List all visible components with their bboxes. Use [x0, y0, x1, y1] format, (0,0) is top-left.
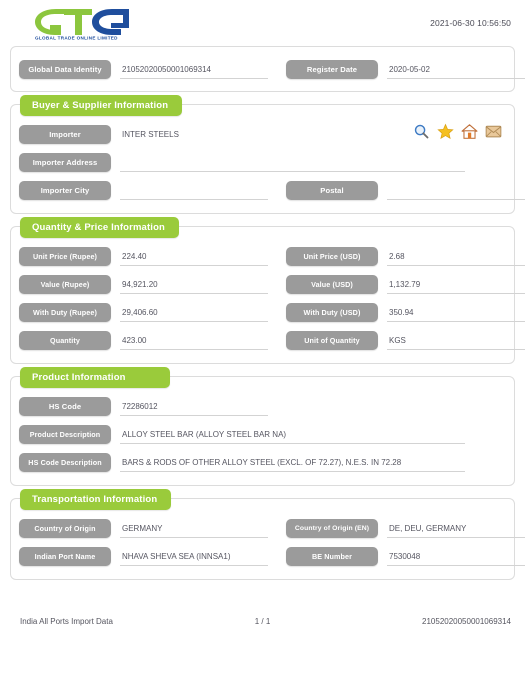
with-duty-usd-label: With Duty (USD) — [286, 302, 378, 322]
quantity-price-panel: Quantity & Price Information Unit Price … — [10, 217, 525, 364]
unit-price-rupee-value[interactable]: 224.40 — [120, 247, 268, 266]
indian-port-name-row: Indian Port Name NHAVA SHEVA SEA (INNSA1… — [19, 543, 525, 569]
page-header: GLOBAL TRADE ONLINE LIMITED 2021-06-30 1… — [0, 0, 525, 46]
quantity-price-title: Quantity & Price Information — [20, 217, 179, 238]
quantity-row: Quantity 423.00 Unit of Quantity KGS — [19, 327, 525, 353]
hs-code-label: HS Code — [19, 396, 111, 416]
importer-address-row: Importer Address — [19, 149, 506, 175]
indian-port-name-label: Indian Port Name — [19, 546, 111, 566]
importer-label: Importer — [19, 124, 111, 144]
value-rupee-label: Value (Rupee) — [19, 274, 111, 294]
quantity-label: Quantity — [19, 330, 111, 350]
home-icon[interactable] — [461, 123, 478, 140]
transportation-panel: Transportation Information Country of Or… — [10, 489, 525, 580]
with-duty-usd-value[interactable]: 350.94 — [387, 303, 525, 322]
hs-code-value[interactable]: 72286012 — [120, 397, 268, 416]
hs-code-row: HS Code 72286012 — [19, 393, 506, 419]
search-icon[interactable] — [413, 123, 430, 140]
star-icon[interactable] — [437, 123, 454, 140]
postal-label: Postal — [286, 180, 378, 200]
report-page: GLOBAL TRADE ONLINE LIMITED 2021-06-30 1… — [0, 0, 525, 673]
value-usd-label: Value (USD) — [286, 274, 378, 294]
value-usd-value[interactable]: 1,132.79 — [387, 275, 525, 294]
importer-row: Importer INTER STEELS — [19, 121, 506, 147]
register-date-value[interactable]: 2020-05-02 — [387, 60, 525, 79]
action-icons — [413, 123, 502, 140]
country-of-origin-en-value[interactable]: DE, DEU, GERMANY — [387, 519, 525, 538]
unit-price-usd-label: Unit Price (USD) — [286, 246, 378, 266]
mail-icon[interactable] — [485, 123, 502, 140]
unit-of-quantity-value[interactable]: KGS — [387, 331, 525, 350]
global-data-identity-value[interactable]: 21052020050001069314 — [120, 60, 268, 79]
importer-city-row: Importer City Postal — [19, 177, 525, 203]
logo-tagline: GLOBAL TRADE ONLINE LIMITED — [35, 36, 118, 41]
unit-of-quantity-label: Unit of Quantity — [286, 330, 378, 350]
country-of-origin-row: Country of Origin GERMANY Country of Ori… — [19, 515, 525, 541]
with-duty-row: With Duty (Rupee) 29,406.60 With Duty (U… — [19, 299, 525, 325]
hs-code-description-label: HS Code Description — [19, 452, 111, 472]
product-description-value[interactable]: ALLOY STEEL BAR (ALLOY STEEL BAR NA) — [120, 425, 465, 444]
product-panel: Product Information HS Code 72286012 Pro… — [10, 367, 515, 486]
buyer-supplier-panel: Buyer & Supplier Information Importer IN… — [10, 95, 525, 214]
identity-panel: Global Data Identity 2105202005000106931… — [10, 46, 525, 92]
indian-port-name-value[interactable]: NHAVA SHEVA SEA (INNSA1) — [120, 547, 268, 566]
importer-city-label: Importer City — [19, 180, 111, 200]
buyer-supplier-title: Buyer & Supplier Information — [20, 95, 183, 116]
identity-row: Global Data Identity 2105202005000106931… — [19, 56, 525, 82]
country-of-origin-en-label: Country of Origin (EN) — [286, 518, 378, 538]
footer-record-id: 21052020050001069314 — [422, 617, 511, 626]
importer-address-label: Importer Address — [19, 152, 111, 172]
with-duty-rupee-value[interactable]: 29,406.60 — [120, 303, 268, 322]
unit-price-row: Unit Price (Rupee) 224.40 Unit Price (US… — [19, 243, 525, 269]
postal-value[interactable] — [387, 181, 525, 200]
report-timestamp: 2021-06-30 10:56:50 — [430, 18, 511, 28]
value-row: Value (Rupee) 94,921.20 Value (USD) 1,13… — [19, 271, 525, 297]
company-logo: GLOBAL TRADE ONLINE LIMITED — [28, 6, 132, 40]
product-title: Product Information — [20, 367, 170, 388]
importer-address-value[interactable] — [120, 153, 465, 172]
unit-price-rupee-label: Unit Price (Rupee) — [19, 246, 111, 266]
register-date-label: Register Date — [286, 59, 378, 79]
transportation-title: Transportation Information — [20, 489, 172, 510]
country-of-origin-value[interactable]: GERMANY — [120, 519, 268, 538]
value-rupee-value[interactable]: 94,921.20 — [120, 275, 268, 294]
product-description-label: Product Description — [19, 424, 111, 444]
country-of-origin-label: Country of Origin — [19, 518, 111, 538]
hs-code-description-value[interactable]: BARS & RODS OF OTHER ALLOY STEEL (EXCL. … — [120, 453, 465, 472]
hs-code-description-row: HS Code Description BARS & RODS OF OTHER… — [19, 449, 506, 475]
quantity-value[interactable]: 423.00 — [120, 331, 268, 350]
importer-city-value[interactable] — [120, 181, 268, 200]
be-number-value[interactable]: 7530048 — [387, 547, 525, 566]
global-data-identity-label: Global Data Identity — [19, 59, 111, 79]
unit-price-usd-value[interactable]: 2.68 — [387, 247, 525, 266]
with-duty-rupee-label: With Duty (Rupee) — [19, 302, 111, 322]
product-description-row: Product Description ALLOY STEEL BAR (ALL… — [19, 421, 506, 447]
page-footer: India All Ports Import Data 1 / 1 210520… — [0, 617, 525, 631]
be-number-label: BE Number — [286, 546, 378, 566]
